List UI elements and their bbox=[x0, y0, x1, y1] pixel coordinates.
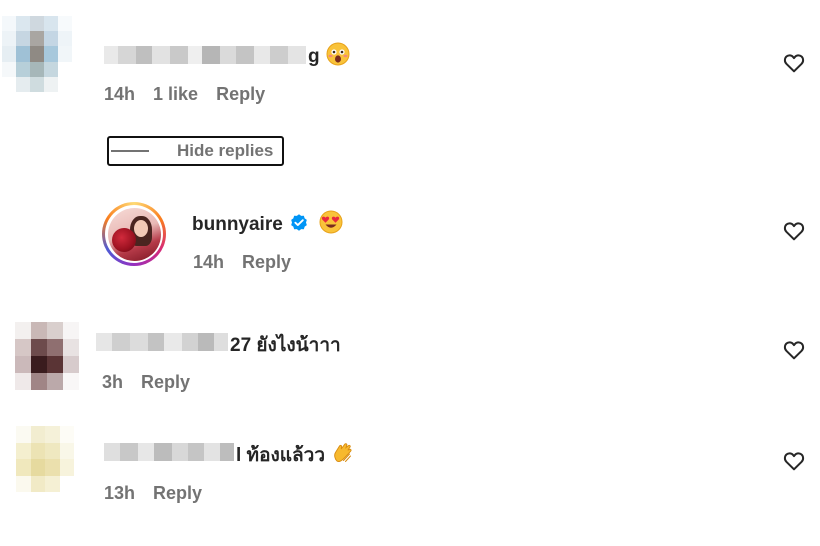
clapping-hands-icon bbox=[331, 441, 355, 471]
reply-username[interactable]: bunnyaire bbox=[192, 214, 283, 235]
avatar-photo bbox=[107, 207, 161, 261]
username-redacted[interactable] bbox=[104, 46, 306, 64]
reply-button[interactable]: Reply bbox=[216, 84, 265, 104]
hide-replies-label: Hide replies bbox=[177, 141, 274, 160]
comment-meta: 14h 1 like Reply bbox=[104, 84, 265, 105]
reply-button[interactable]: Reply bbox=[141, 372, 190, 392]
like-heart-icon[interactable] bbox=[782, 219, 806, 243]
comment-time: 3h bbox=[102, 372, 124, 392]
like-heart-icon[interactable] bbox=[782, 51, 806, 75]
reply-time: 14h bbox=[193, 252, 225, 272]
comment-text-tail: 27 ยังไงน้าาา bbox=[230, 335, 341, 356]
reply-button[interactable]: Reply bbox=[242, 252, 291, 272]
reply-button[interactable]: Reply bbox=[153, 483, 202, 503]
reply-header: bunnyaire bbox=[192, 210, 343, 240]
astonished-face-icon bbox=[326, 42, 350, 72]
divider-line bbox=[111, 150, 149, 152]
heart-eyes-face-icon bbox=[319, 210, 343, 240]
like-heart-icon[interactable] bbox=[782, 338, 806, 362]
hide-replies-button[interactable]: Hide replies bbox=[107, 136, 284, 166]
comment-time: 13h bbox=[104, 483, 136, 503]
comment-meta: 13h Reply bbox=[104, 483, 202, 504]
comment-meta: 3h Reply bbox=[102, 372, 190, 393]
comment-text-tail: g bbox=[308, 46, 320, 67]
verified-badge-icon bbox=[289, 213, 309, 233]
likes-count[interactable]: 1 like bbox=[153, 84, 198, 104]
comment-time: 14h bbox=[104, 84, 136, 104]
avatar-story-ring[interactable] bbox=[102, 202, 166, 266]
avatar[interactable] bbox=[2, 16, 72, 92]
reply-meta: 14h Reply bbox=[193, 252, 291, 273]
comment-text: l ท้องแล้วว bbox=[236, 440, 355, 471]
comment-text: g bbox=[308, 42, 350, 72]
like-heart-icon[interactable] bbox=[782, 449, 806, 473]
avatar[interactable] bbox=[15, 322, 79, 390]
username-redacted[interactable] bbox=[104, 443, 234, 461]
avatar[interactable] bbox=[16, 426, 74, 492]
comment-text-tail: l ท้องแล้วว bbox=[236, 445, 325, 466]
username-redacted[interactable] bbox=[96, 333, 228, 351]
comment-text: 27 ยังไงน้าาา bbox=[230, 330, 341, 360]
